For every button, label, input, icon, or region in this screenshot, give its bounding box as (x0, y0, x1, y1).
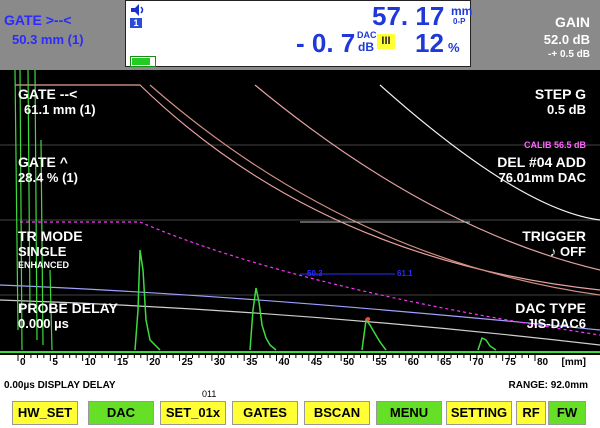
axis-tick-label: 65 (440, 357, 452, 368)
axis-tick-label: 70 (472, 357, 484, 368)
axis-tick-label: 60 (407, 357, 419, 368)
del-label[interactable]: DEL #04 ADD (497, 154, 586, 170)
tr-mode-sub: ENHANCED (18, 260, 70, 270)
axis-tick-label: 55 (375, 357, 387, 368)
tr-mode-label[interactable]: TR MODE (18, 228, 83, 244)
axis-tick-label: 80 (537, 357, 549, 368)
meas-b-value: - 0. 7 (296, 28, 356, 58)
axis-tick-label: 40 (278, 357, 290, 368)
meas-a-sub: 0-P (453, 17, 466, 26)
menu-btn-bscan[interactable]: BSCAN (304, 401, 370, 425)
menu-btn-gates[interactable]: GATES (232, 401, 298, 425)
menu-btn-set-01x[interactable]: SET_01x (160, 401, 226, 425)
axis-tick-label: 45 (310, 357, 322, 368)
gain-value: 52.0 dB (543, 32, 590, 47)
meas-c-unit: % (448, 40, 460, 55)
gate-b-title: GATE >--< (4, 12, 72, 28)
del-value: 76.01mm DAC (498, 170, 586, 185)
step-g-label[interactable]: STEP G (535, 86, 586, 102)
meas-c-value: 12 (415, 28, 444, 58)
battery-icon (130, 56, 156, 67)
gain-step: -+ 0.5 dB (548, 49, 590, 60)
gate-amp-value: 28.4 % (1) (18, 170, 78, 185)
step-g-value: 0.5 dB (546, 102, 586, 117)
menu-btn-menu[interactable]: MENU (376, 401, 442, 425)
gate-b-value: 50.3 mm (1) (12, 32, 84, 47)
axis-tick-label: 10 (84, 357, 96, 368)
range-readout: RANGE: 92.0mm (508, 380, 588, 391)
menu-btn-dac[interactable]: DAC (88, 401, 154, 425)
axis-tick-label: 75 (504, 357, 516, 368)
menu-btn-hw-set[interactable]: HW_SET (12, 401, 78, 425)
dac-type-label[interactable]: DAC TYPE (515, 300, 586, 316)
probe-delay-value: 0.000 µs (18, 316, 69, 331)
trigger-value: ♪ OFF (549, 244, 586, 259)
menu-btn-fw[interactable]: FW (548, 401, 586, 425)
gain-readout[interactable]: GAIN 52.0 dB -+ 0.5 dB (470, 0, 600, 70)
gate-amp-label[interactable]: GATE ^ (18, 154, 68, 170)
gate-a-label[interactable]: GATE --< (18, 86, 77, 102)
meas-b-unit: dB (358, 40, 374, 54)
axis-tick-label: 25 (181, 357, 193, 368)
axis-tick-label: 0 (20, 357, 26, 368)
gate-a-value: 61.1 mm (1) (24, 102, 96, 117)
axis-tick-label: 15 (116, 357, 129, 368)
channel-badge: 1 (130, 18, 142, 28)
probe-delay-label[interactable]: PROBE DELAY (18, 300, 118, 316)
meas-b-badge: III (377, 34, 395, 49)
gate-start-label: 50.3 (307, 269, 323, 278)
menu-btn-rf[interactable]: RF (516, 401, 546, 425)
axis-tick-label: 35 (246, 357, 258, 368)
axis-tick-label: 5 (52, 357, 58, 368)
axis-tick-label: 30 (213, 357, 225, 368)
axis-tick-label: 50 (343, 357, 355, 368)
axis-tick-label: 20 (149, 357, 161, 368)
ascan-screen: GATE >--< 50.3 mm (1) 1 57. 17 mm 0-P - … (0, 0, 600, 375)
gain-label: GAIN (555, 14, 590, 30)
meas-b-dac: DAC (357, 30, 377, 40)
preset-code: 011 (202, 389, 217, 399)
axis-unit: [mm] (561, 357, 586, 368)
menu-btn-setting[interactable]: SETTING (446, 401, 512, 425)
trigger-label[interactable]: TRIGGER (522, 228, 586, 244)
gate-b-readout[interactable]: GATE >--< 50.3 mm (1) (0, 0, 120, 70)
calib-value: CALIB 56.5 dB (523, 140, 586, 150)
gate-end-label: 61.1 (397, 269, 413, 278)
measurement-panel: 1 57. 17 mm 0-P - 0. 7 DAC dB III 12 % (125, 0, 472, 67)
display-delay: 0.00µs DISPLAY DELAY (4, 380, 116, 391)
dac-type-value: JIS-DAC6 (526, 316, 586, 331)
tr-mode-value: SINGLE (18, 244, 67, 259)
